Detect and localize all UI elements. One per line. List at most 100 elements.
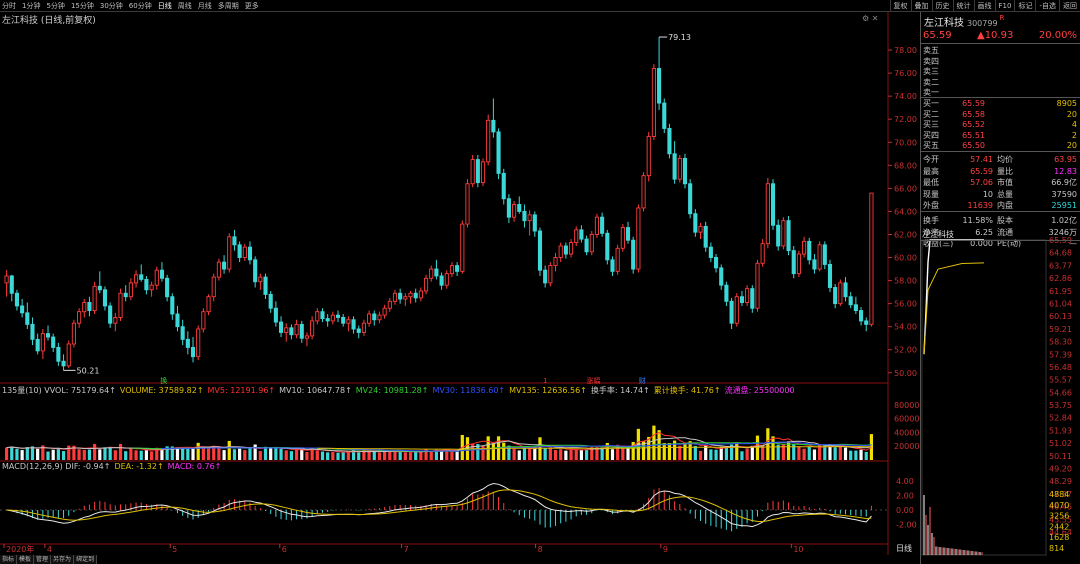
candle-body	[553, 257, 558, 267]
candle-body	[408, 292, 413, 298]
volume-bar	[238, 448, 242, 460]
volume-bar	[149, 451, 154, 460]
candle-body	[802, 240, 807, 255]
volume-bar	[289, 451, 294, 460]
stat-row: 今开 57.41 均价 63.95	[923, 154, 1079, 166]
stat-value: 66.9亿	[1051, 178, 1077, 188]
volume-bar	[807, 446, 811, 460]
candle-body	[139, 274, 144, 280]
volume-bar	[574, 449, 578, 460]
candle-body	[30, 323, 35, 340]
candle-body	[672, 153, 677, 180]
y-tick-label: 54.00	[894, 323, 917, 332]
stat-label: 流通	[997, 227, 1013, 237]
y-tick-label: 56.00	[894, 300, 917, 309]
candle-body	[532, 214, 537, 232]
candle-body	[501, 172, 506, 200]
candle-body	[206, 296, 211, 313]
volume-bar	[812, 449, 817, 460]
bottom-tab-0[interactable]: 指标	[0, 555, 18, 564]
volume-bar	[750, 445, 754, 460]
candle-body	[14, 292, 20, 307]
candle-body	[190, 346, 196, 358]
volume-bar	[124, 451, 128, 460]
bottom-tab-2[interactable]: 管理	[34, 555, 52, 564]
candle-body	[382, 307, 387, 316]
stat-value: 63.95	[1054, 155, 1077, 164]
buy-level-price: 65.51	[962, 130, 985, 140]
candle-body	[434, 268, 439, 277]
volume-bar	[113, 450, 117, 460]
volume-bar	[543, 448, 547, 460]
candle-body	[253, 259, 258, 283]
volume-bar	[559, 449, 563, 460]
candle-body	[600, 216, 605, 234]
bottom-tab-4[interactable]: 绑定到	[74, 555, 98, 564]
bottom-tab-1[interactable]: 模板	[17, 555, 35, 564]
stock-name: 左江科技	[924, 18, 964, 29]
volume-bar	[279, 448, 283, 460]
volume-bar	[61, 451, 66, 460]
event-mark[interactable]: 1	[543, 377, 547, 385]
volume-bar	[517, 450, 521, 460]
event-mark[interactable]: 涨幅	[586, 376, 600, 385]
event-mark[interactable]: 换	[160, 376, 167, 385]
candle-body	[745, 288, 750, 303]
volume-bar	[103, 447, 107, 460]
candle-body	[822, 244, 827, 265]
mini-chart-period[interactable]: 日线	[896, 543, 912, 554]
candle-body	[729, 300, 734, 324]
volume-bar	[797, 446, 801, 460]
stock-title: 左江科技 300799R	[924, 14, 1004, 29]
event-mark[interactable]: 财	[639, 376, 646, 385]
y-tick-label: 64.00	[894, 207, 917, 216]
candle-body	[118, 292, 123, 318]
volume-bar	[51, 449, 55, 460]
volume-bar	[93, 443, 97, 460]
candle-body	[113, 317, 118, 324]
candle-body	[341, 317, 346, 324]
candle-body	[558, 245, 563, 258]
volume-bar	[864, 451, 868, 460]
volume-tick-label: 80000	[894, 401, 919, 410]
candle-body	[563, 245, 568, 255]
volume-bar	[25, 447, 29, 460]
candle-body	[128, 282, 133, 298]
buy-level-label: 买一	[923, 99, 939, 108]
stat-row: 现量 10 总量 37590	[923, 189, 1079, 201]
candle-body	[154, 269, 159, 286]
candle-body	[470, 159, 475, 185]
candle-body	[719, 267, 724, 286]
candle-body	[392, 292, 398, 302]
candle-body	[527, 214, 532, 222]
quote-panel: 左江科技 300799R 65.59 ▲10.93 20.00% 卖五 卖四 卖三 卖二…	[920, 12, 1080, 564]
volume-bar	[15, 448, 19, 460]
volume-bar	[450, 451, 454, 460]
candle-body	[133, 274, 139, 284]
volume-bar	[227, 440, 231, 460]
y-tick-label: 78.00	[894, 46, 917, 55]
candle-body	[294, 323, 299, 336]
volume-bar	[626, 448, 630, 460]
volume-bar	[724, 447, 729, 460]
stat-label: 最高	[923, 166, 939, 176]
candle-body	[102, 289, 108, 307]
volume-bar	[714, 449, 718, 460]
sell-level-label: 卖二	[923, 77, 939, 87]
y-tick-label: 50.00	[894, 369, 917, 378]
volume-indicator-4: MV24: 10981.28↑	[355, 386, 429, 395]
candle-body	[45, 333, 51, 338]
candle-body	[289, 327, 294, 336]
candle-body	[227, 236, 232, 270]
volume-bar	[429, 450, 433, 460]
candle-body	[817, 244, 822, 270]
bottom-tab-3[interactable]: 另存为	[51, 555, 75, 564]
candle-body	[770, 183, 776, 226]
candle-body	[646, 136, 651, 177]
candle-body	[651, 68, 656, 137]
volume-bar	[802, 448, 806, 460]
volume-indicator-3: MV10: 10647.78↑	[279, 386, 352, 395]
candle-body	[196, 328, 201, 358]
candle-body	[486, 119, 491, 163]
stat-label: 最低	[923, 178, 939, 188]
